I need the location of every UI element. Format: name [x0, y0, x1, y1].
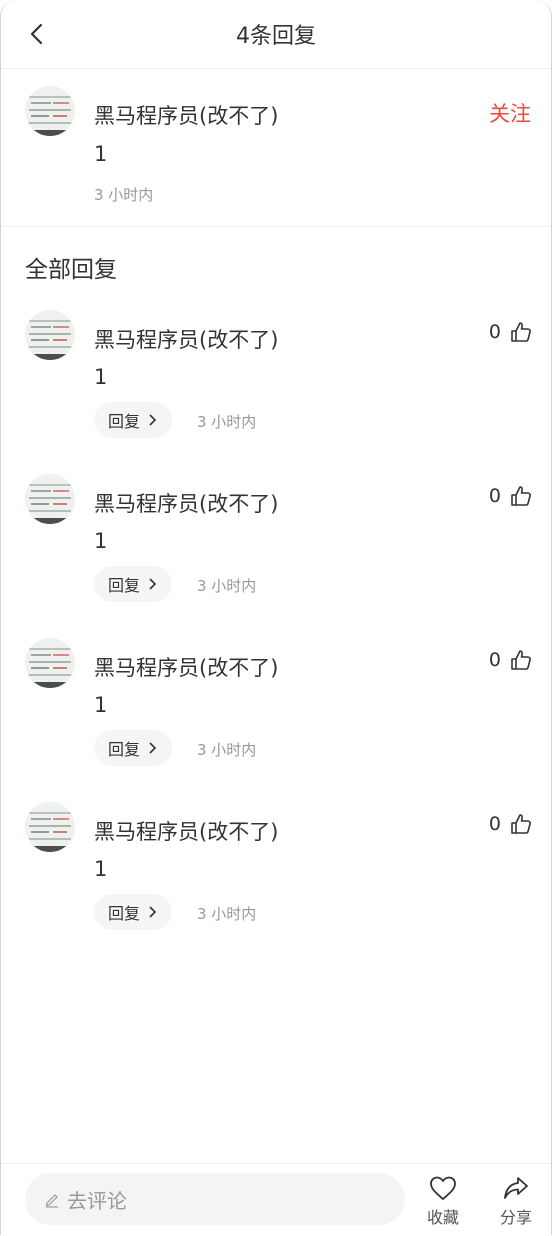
comment-content: 1	[94, 142, 108, 166]
chevron-right-icon	[149, 578, 157, 590]
reply-button-label: 回复	[108, 412, 141, 431]
like-button[interactable]: 0	[489, 484, 533, 508]
heart-icon	[430, 1176, 456, 1200]
comment-input-placeholder: 去评论	[67, 1188, 127, 1213]
avatar[interactable]	[25, 474, 75, 524]
reply-time: 3 小时内	[197, 577, 257, 595]
reply-content: 1	[94, 857, 108, 881]
favorite-label: 收藏	[426, 1208, 459, 1227]
bottom-action-bar: 去评论 收藏 分享	[1, 1163, 551, 1236]
header-bar: 4条回复	[1, 0, 551, 69]
thumbs-up-icon	[511, 486, 531, 506]
reply-content: 1	[94, 693, 108, 717]
reply-button-label: 回复	[108, 904, 141, 923]
favorite-button[interactable]: 收藏	[418, 1174, 468, 1228]
reply-author: 黑马程序员(改不了)	[94, 820, 279, 844]
share-label: 分享	[499, 1208, 532, 1227]
reply-button[interactable]: 回复	[94, 730, 173, 766]
avatar[interactable]	[25, 310, 75, 360]
like-button[interactable]: 0	[489, 320, 533, 344]
like-count: 0	[488, 321, 501, 343]
avatar[interactable]	[25, 802, 75, 852]
list-item: 黑马程序员(改不了) 1 0 回复 3 小时内	[1, 636, 551, 800]
reply-time: 3 小时内	[197, 905, 257, 923]
comment-input[interactable]: 去评论	[25, 1173, 405, 1225]
list-item: 黑马程序员(改不了) 1 0 回复 3 小时内	[1, 800, 551, 964]
avatar[interactable]	[25, 86, 75, 136]
reply-author: 黑马程序员(改不了)	[94, 492, 279, 516]
reply-author: 黑马程序员(改不了)	[94, 328, 279, 352]
like-count: 0	[488, 485, 501, 507]
reply-button[interactable]: 回复	[94, 894, 173, 930]
like-count: 0	[488, 813, 501, 835]
reply-button-label: 回复	[108, 740, 141, 759]
like-count: 0	[488, 649, 501, 671]
comment-time: 3 小时内	[94, 186, 154, 204]
share-button[interactable]: 分享	[491, 1174, 541, 1228]
chevron-right-icon	[149, 906, 157, 918]
page-title: 4条回复	[236, 24, 316, 49]
follow-button[interactable]: 关注	[489, 98, 531, 128]
thumbs-up-icon	[511, 814, 531, 834]
thumbs-up-icon	[511, 650, 531, 670]
like-button[interactable]: 0	[489, 812, 533, 836]
reply-button-label: 回复	[108, 576, 141, 595]
pen-icon	[43, 1190, 61, 1208]
chevron-left-icon	[30, 23, 43, 45]
list-item: 黑马程序员(改不了) 1 0 回复 3 小时内	[1, 472, 551, 636]
comment-author: 黑马程序员(改不了)	[94, 104, 279, 128]
thumbs-up-icon	[511, 322, 531, 342]
reply-button[interactable]: 回复	[94, 402, 173, 438]
original-comment: 黑马程序员(改不了) 1 3 小时内 关注	[1, 68, 551, 227]
reply-time: 3 小时内	[197, 413, 257, 431]
chevron-right-icon	[149, 742, 157, 754]
section-title: 全部回复	[25, 257, 117, 283]
chevron-right-icon	[149, 414, 157, 426]
list-item: 黑马程序员(改不了) 1 0 回复 3 小时内	[1, 308, 551, 472]
avatar[interactable]	[25, 638, 75, 688]
reply-panel: 4条回复 黑马程序员(改不了) 1 3 小时内 关注 全部回复 黑马程序员(改不…	[0, 0, 552, 1236]
share-icon	[504, 1177, 528, 1199]
reply-content: 1	[94, 529, 108, 553]
reply-button[interactable]: 回复	[94, 566, 173, 602]
reply-author: 黑马程序员(改不了)	[94, 656, 279, 680]
like-button[interactable]: 0	[489, 648, 533, 672]
reply-time: 3 小时内	[197, 741, 257, 759]
reply-content: 1	[94, 365, 108, 389]
back-button[interactable]	[19, 16, 55, 52]
